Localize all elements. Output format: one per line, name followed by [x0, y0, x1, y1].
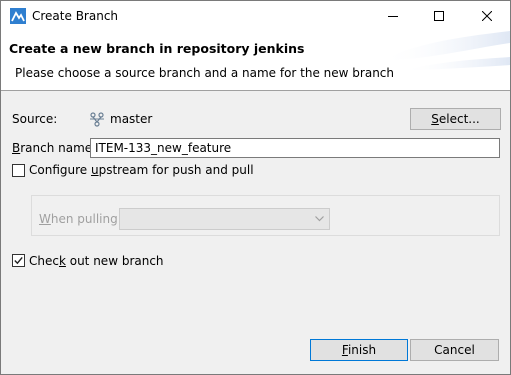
eclipse-egit-icon — [10, 8, 26, 24]
title-bar: Create Branch — [1, 1, 510, 31]
configure-upstream-checkbox[interactable] — [12, 164, 25, 177]
when-pulling-mnemonic: W — [39, 212, 51, 226]
banner-separator — [1, 90, 510, 91]
banner-title: Create a new branch in repository jenkin… — [9, 41, 305, 56]
branch-name-mnemonic: B — [12, 141, 21, 155]
select-button-mnemonic: S — [431, 112, 439, 126]
close-button[interactable] — [464, 1, 510, 31]
select-button-label: elect... — [438, 112, 480, 126]
when-pulling-label-text: hen pulling: — [50, 212, 122, 226]
checkout-branch-label[interactable]: Check out new branch — [29, 254, 164, 268]
source-label: Source: — [12, 112, 58, 126]
when-pulling-combo — [119, 208, 330, 230]
source-branch-value: master — [110, 112, 153, 126]
check-icon — [14, 256, 23, 265]
close-icon — [482, 11, 492, 21]
configure-upstream-label[interactable]: Configure upstream for push and pull — [29, 163, 254, 177]
checkout-branch-checkbox[interactable] — [12, 254, 25, 267]
minimize-icon — [388, 16, 398, 17]
when-pulling-label: When pulling: — [39, 212, 122, 226]
branch-name-label-text: ranch name: — [20, 141, 97, 155]
banner-description: Please choose a source branch and a name… — [15, 66, 395, 80]
upstream-label-mnemonic: u — [90, 163, 99, 177]
checkout-label-pre: Chec — [29, 254, 59, 268]
maximize-icon — [434, 11, 444, 21]
chevron-down-icon — [315, 216, 324, 222]
create-branch-dialog: Create Branch Create a new branch in rep… — [0, 0, 511, 375]
select-source-button[interactable]: Select... — [410, 108, 501, 130]
upstream-label-post: pstream for push and pull — [98, 163, 254, 177]
window-title: Create Branch — [32, 9, 119, 23]
minimize-button[interactable] — [370, 1, 416, 31]
wizard-banner: Create a new branch in repository jenkin… — [1, 31, 510, 90]
branch-icon — [89, 111, 105, 127]
checkout-label-post: out new branch — [65, 254, 164, 268]
checkout-label-mnemonic: k — [58, 254, 66, 268]
finish-button[interactable]: Finish — [310, 339, 408, 361]
cancel-button[interactable]: Cancel — [410, 339, 499, 361]
upstream-label-pre: Configure — [29, 163, 91, 177]
finish-button-label: inish — [347, 343, 377, 357]
branch-name-input[interactable] — [90, 138, 500, 158]
banner-decoration-icon — [380, 31, 510, 71]
branch-name-label: Branch name: — [12, 141, 96, 155]
maximize-button[interactable] — [416, 1, 462, 31]
